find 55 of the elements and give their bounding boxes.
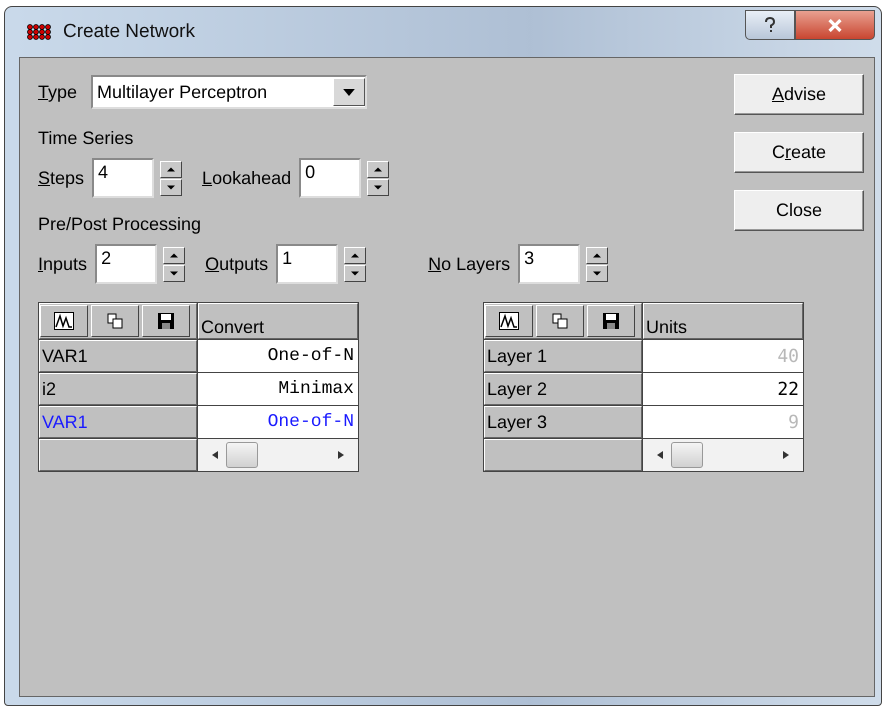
field-label: Inputs <box>38 254 88 274</box>
number-field[interactable]: 1 <box>276 244 338 284</box>
horizontal-scrollbar[interactable] <box>643 439 803 471</box>
dialog-button[interactable]: Advise <box>734 74 864 115</box>
chart-icon[interactable] <box>40 305 88 337</box>
scroll-thumb[interactable] <box>671 442 703 468</box>
scroll-left-icon[interactable] <box>657 451 663 459</box>
number-field[interactable]: 4 <box>92 158 154 198</box>
dialog-button[interactable]: Close <box>734 190 864 231</box>
help-icon <box>764 17 776 33</box>
table-cell[interactable]: One-of-N <box>198 340 358 372</box>
dialog-button[interactable]: Create <box>734 132 864 173</box>
field-label: Outputs <box>205 254 268 274</box>
scroll-left-icon[interactable] <box>212 451 218 459</box>
spin-buttons[interactable] <box>586 246 608 282</box>
copy-icon[interactable] <box>91 305 139 337</box>
field-label: No Layers <box>428 254 510 274</box>
close-icon <box>827 18 843 32</box>
column-header: Units <box>643 303 803 339</box>
row-header[interactable]: VAR1 <box>39 340 197 372</box>
column-header: Convert <box>198 303 358 339</box>
dropdown-arrow-icon[interactable] <box>343 88 356 96</box>
number-field[interactable]: 3 <box>518 244 580 284</box>
scroll-right-icon[interactable] <box>338 451 344 459</box>
field-label: Steps <box>38 168 84 188</box>
type-dropdown[interactable]: Multilayer Perceptron <box>91 75 368 109</box>
field-label: Type <box>38 82 78 102</box>
help-button[interactable] <box>745 10 795 40</box>
row-header[interactable]: Layer 1 <box>484 340 642 372</box>
spin-buttons[interactable] <box>163 246 186 282</box>
copy-icon[interactable] <box>536 305 584 337</box>
row-header[interactable]: Layer 3 <box>484 406 642 438</box>
table-cell[interactable]: 22 <box>643 373 803 405</box>
chart-icon[interactable] <box>485 305 533 337</box>
table-cell[interactable]: Minimax <box>198 373 358 405</box>
number-field[interactable]: 0 <box>299 158 362 198</box>
close-button[interactable] <box>795 10 875 40</box>
section-heading: Pre/Post Processing <box>38 212 202 236</box>
row-header[interactable]: VAR1 <box>39 406 197 438</box>
scroll-thumb[interactable] <box>226 442 258 468</box>
spin-buttons[interactable] <box>160 160 182 196</box>
row-header[interactable]: Layer 2 <box>484 373 642 405</box>
window-title: Create Network <box>63 21 195 43</box>
field-label: Lookahead <box>202 168 292 188</box>
network-icon <box>27 24 51 40</box>
save-icon[interactable] <box>587 305 635 337</box>
spin-buttons[interactable] <box>367 160 390 196</box>
section-heading: Time Series <box>38 126 134 150</box>
save-icon[interactable] <box>142 305 190 337</box>
scroll-right-icon[interactable] <box>783 451 789 459</box>
number-field[interactable]: 2 <box>95 244 158 284</box>
row-header[interactable]: i2 <box>39 373 197 405</box>
horizontal-scrollbar[interactable] <box>198 439 358 471</box>
table-cell[interactable]: One-of-N <box>198 406 358 438</box>
spin-buttons[interactable] <box>344 246 366 282</box>
